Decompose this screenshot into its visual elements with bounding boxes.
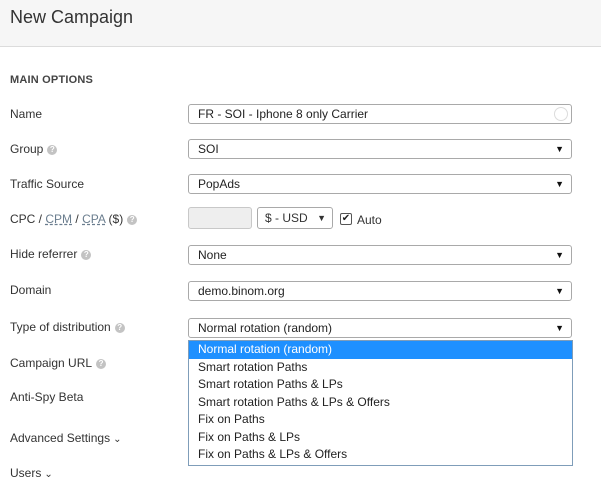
cpc-label: CPC / CPM / CPA ($)? — [10, 212, 138, 226]
help-icon[interactable]: ? — [127, 214, 138, 225]
advanced-settings-toggle[interactable]: Advanced Settings ⌄ — [10, 431, 121, 445]
distribution-option[interactable]: Normal rotation (random) — [189, 341, 572, 359]
advanced-settings-label: Advanced Settings — [10, 431, 111, 445]
cpc-input[interactable] — [188, 207, 252, 229]
cpa-link[interactable]: CPA — [82, 212, 105, 226]
traffic-source-value: PopAds — [198, 177, 241, 191]
page-header: New Campaign — [0, 0, 601, 47]
distribution-option[interactable]: Smart rotation Paths & LPs & Offers — [189, 394, 572, 412]
help-icon[interactable]: ? — [96, 358, 107, 369]
name-input[interactable]: FR - SOI - Iphone 8 only Carrier — [188, 104, 572, 124]
caret-down-icon: ▼ — [555, 323, 564, 333]
chevron-down-icon: ⌄ — [44, 469, 53, 480]
distribution-option[interactable]: Fix on Paths — [189, 411, 572, 429]
caret-down-icon: ▼ — [555, 250, 564, 260]
caret-down-icon: ▼ — [555, 179, 564, 189]
help-icon[interactable]: ? — [47, 144, 58, 155]
auto-label: Auto — [357, 213, 382, 227]
distribution-label-text: Type of distribution — [10, 320, 111, 334]
cpc-label-suffix: ($) — [108, 212, 124, 226]
distribution-select[interactable]: Normal rotation (random) ▼ — [188, 318, 572, 338]
domain-value: demo.binom.org — [198, 284, 285, 298]
cpm-link[interactable]: CPM — [45, 212, 72, 226]
group-label: Group? — [10, 142, 58, 156]
campaign-url-label-text: Campaign URL — [10, 356, 93, 370]
name-label: Name — [10, 107, 43, 121]
help-icon[interactable]: ? — [81, 249, 92, 260]
hide-referrer-label-text: Hide referrer — [10, 247, 78, 261]
domain-label: Domain — [10, 283, 52, 297]
section-title-main-options: MAIN OPTIONS — [10, 74, 94, 86]
campaign-url-label: Campaign URL? — [10, 356, 107, 370]
distribution-option[interactable]: Smart rotation Paths & LPs — [189, 376, 572, 394]
domain-select[interactable]: demo.binom.org ▼ — [188, 281, 572, 301]
caret-down-icon: ▼ — [317, 213, 326, 223]
auto-checkbox[interactable]: ✔ — [340, 213, 352, 225]
page-title: New Campaign — [10, 7, 134, 27]
caret-down-icon: ▼ — [555, 144, 564, 154]
hide-referrer-label: Hide referrer? — [10, 247, 92, 261]
group-value: SOI — [198, 142, 219, 156]
hide-referrer-select[interactable]: None ▼ — [188, 245, 572, 265]
distribution-option[interactable]: Fix on Paths & LPs — [189, 429, 572, 447]
traffic-source-select[interactable]: PopAds ▼ — [188, 174, 572, 194]
help-icon[interactable]: ? — [114, 322, 125, 333]
distribution-label: Type of distribution? — [10, 320, 125, 334]
users-label: Users — [10, 466, 42, 480]
distribution-option[interactable]: Smart rotation Paths — [189, 359, 572, 377]
distribution-option[interactable]: Fix on Paths & LPs & Offers — [189, 446, 572, 464]
distribution-dropdown-list: Normal rotation (random) Smart rotation … — [188, 340, 573, 466]
anti-spy-label: Anti-Spy Beta — [10, 390, 84, 404]
group-select[interactable]: SOI ▼ — [188, 139, 572, 159]
chevron-down-icon: ⌄ — [113, 434, 122, 445]
currency-select[interactable]: $ - USD ▼ — [257, 207, 333, 229]
distribution-value: Normal rotation (random) — [198, 321, 333, 335]
traffic-source-label: Traffic Source — [10, 177, 85, 191]
hide-referrer-value: None — [198, 248, 227, 262]
name-value: FR - SOI - Iphone 8 only Carrier — [198, 107, 369, 121]
caret-down-icon: ▼ — [555, 286, 564, 296]
currency-value: $ - USD — [265, 211, 308, 225]
group-label-text: Group — [10, 142, 44, 156]
users-toggle[interactable]: Users ⌄ — [10, 466, 53, 480]
cpc-slash: / — [75, 212, 79, 226]
cpc-label-prefix: CPC / — [10, 212, 43, 226]
status-circle-icon — [554, 107, 568, 121]
